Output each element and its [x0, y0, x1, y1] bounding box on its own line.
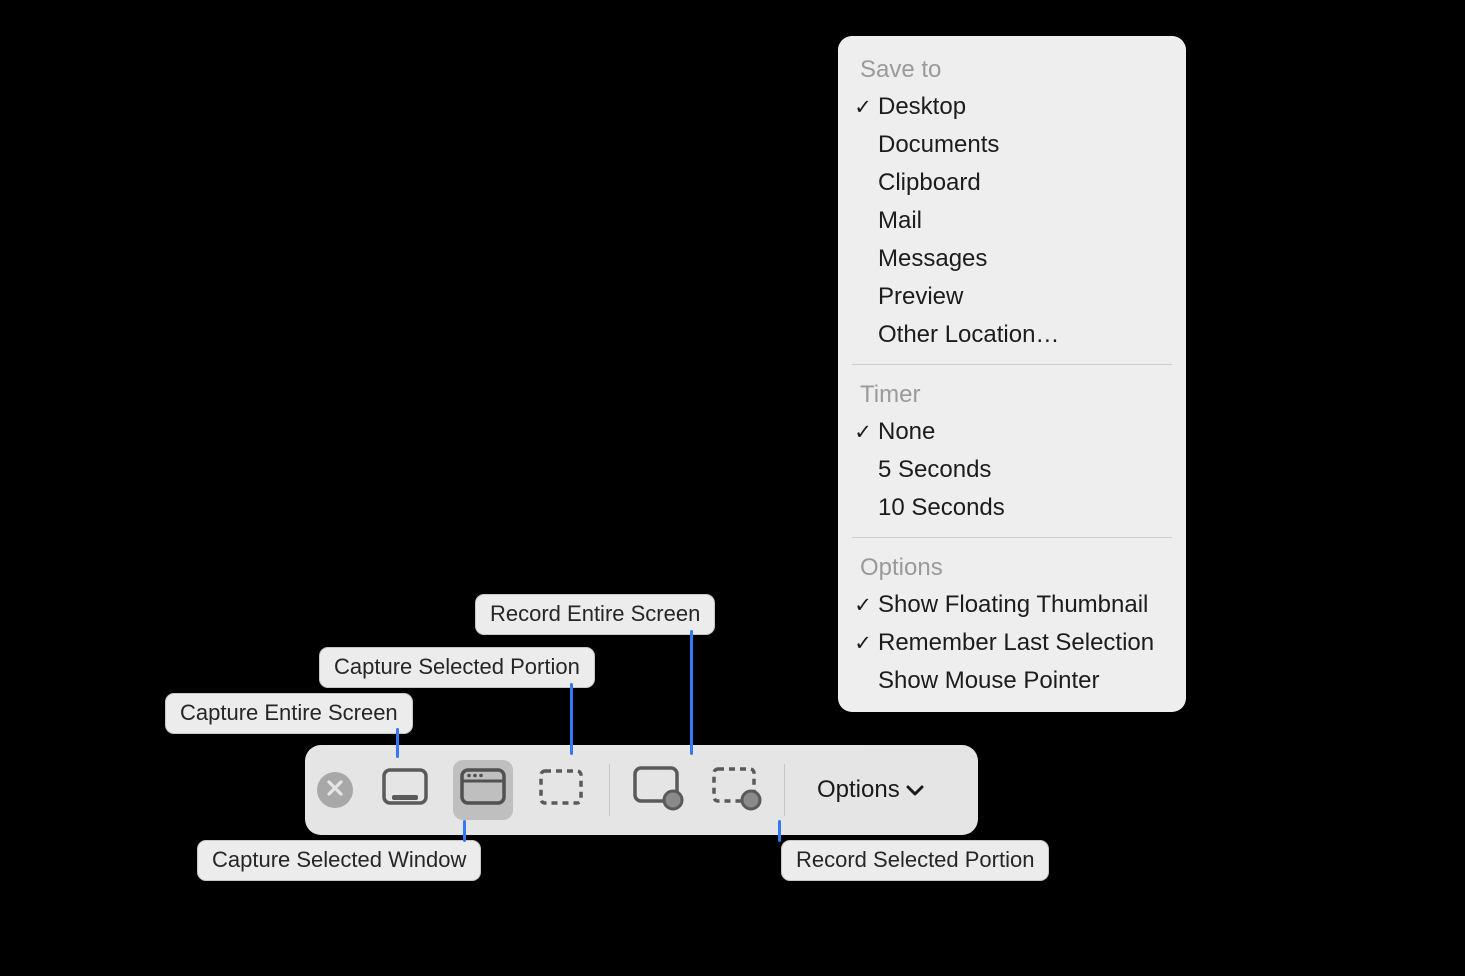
menu-header-save-to: Save to — [838, 50, 1186, 88]
menu-item-label: 10 Seconds — [878, 494, 1005, 522]
screenshot-toolbar: Options — [305, 745, 978, 835]
menu-item-mail[interactable]: Mail — [838, 202, 1186, 240]
toolbar-separator — [784, 764, 785, 816]
menu-divider — [852, 364, 1172, 365]
options-label: Options — [817, 776, 900, 804]
menu-item-other-location[interactable]: Other Location… — [838, 316, 1186, 354]
menu-item-show-mouse-pointer[interactable]: Show Mouse Pointer — [838, 662, 1186, 700]
menu-header-options: Options — [838, 548, 1186, 586]
close-icon — [327, 780, 343, 801]
record-selected-portion-button[interactable] — [706, 760, 766, 820]
tooltip-leader — [463, 820, 466, 842]
tooltip-leader — [570, 683, 573, 755]
menu-item-desktop[interactable]: ✓ Desktop — [838, 88, 1186, 126]
menu-item-timer-none[interactable]: ✓ None — [838, 413, 1186, 451]
close-button[interactable] — [317, 772, 353, 808]
menu-item-label: Preview — [878, 283, 963, 311]
menu-item-clipboard[interactable]: Clipboard — [838, 164, 1186, 202]
tooltip-record-entire-screen: Record Entire Screen — [475, 594, 715, 635]
capture-selected-portion-button[interactable] — [531, 760, 591, 820]
tooltip-leader — [690, 630, 693, 755]
menu-item-documents[interactable]: Documents — [838, 126, 1186, 164]
screen-icon — [381, 767, 429, 814]
record-screen-icon — [632, 765, 684, 816]
menu-item-label: Mail — [878, 207, 922, 235]
menu-item-label: Other Location… — [878, 321, 1059, 349]
window-icon — [459, 767, 507, 814]
menu-item-messages[interactable]: Messages — [838, 240, 1186, 278]
menu-item-label: None — [878, 418, 935, 446]
toolbar-separator — [609, 764, 610, 816]
checkmark-icon: ✓ — [848, 593, 878, 618]
record-selection-icon — [710, 765, 762, 816]
menu-item-timer-10s[interactable]: 10 Seconds — [838, 489, 1186, 527]
checkmark-icon: ✓ — [848, 420, 878, 445]
options-menu: Save to ✓ Desktop Documents Clipboard Ma… — [838, 36, 1186, 712]
tooltip-leader — [778, 820, 781, 842]
menu-item-label: Messages — [878, 245, 987, 273]
tooltip-record-selected-portion: Record Selected Portion — [781, 840, 1049, 881]
menu-item-label: 5 Seconds — [878, 456, 991, 484]
menu-item-label: Remember Last Selection — [878, 629, 1154, 657]
checkmark-icon: ✓ — [848, 95, 878, 120]
tooltip-capture-selected-portion: Capture Selected Portion — [319, 647, 595, 688]
menu-item-remember-last-selection[interactable]: ✓ Remember Last Selection — [838, 624, 1186, 662]
menu-item-label: Desktop — [878, 93, 966, 121]
tooltip-capture-entire-screen: Capture Entire Screen — [165, 693, 413, 734]
record-entire-screen-button[interactable] — [628, 760, 688, 820]
tooltip-capture-selected-window: Capture Selected Window — [197, 840, 481, 881]
chevron-down-icon — [906, 776, 924, 804]
menu-item-label: Clipboard — [878, 169, 981, 197]
menu-item-label: Show Mouse Pointer — [878, 667, 1099, 695]
menu-item-preview[interactable]: Preview — [838, 278, 1186, 316]
menu-header-timer: Timer — [838, 375, 1186, 413]
menu-item-label: Show Floating Thumbnail — [878, 591, 1148, 619]
menu-item-timer-5s[interactable]: 5 Seconds — [838, 451, 1186, 489]
capture-entire-screen-button[interactable] — [375, 760, 435, 820]
menu-divider — [852, 537, 1172, 538]
capture-selected-window-button[interactable] — [453, 760, 513, 820]
menu-item-label: Documents — [878, 131, 999, 159]
menu-item-show-floating-thumbnail[interactable]: ✓ Show Floating Thumbnail — [838, 586, 1186, 624]
tooltip-leader — [396, 728, 399, 758]
checkmark-icon: ✓ — [848, 631, 878, 656]
options-button[interactable]: Options — [803, 768, 938, 812]
selection-icon — [537, 767, 585, 814]
